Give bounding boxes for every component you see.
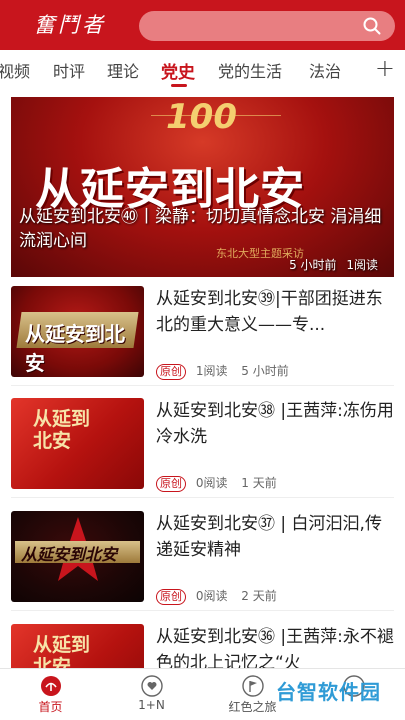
article-time: 2 天前 <box>241 589 277 603</box>
thumb-title: 从延安到北安 <box>21 545 118 564</box>
add-channel-icon[interactable]: + <box>375 54 395 82</box>
article-meta: 原创 0阅读 2 天前 <box>156 587 277 605</box>
article-thumbnail: 从延安到北安 <box>11 511 144 602</box>
thumb-title: 从延安到北安 <box>25 322 125 375</box>
tab-party-life[interactable]: 党的生活 <box>218 58 282 82</box>
article-meta: 原创 1阅读 5 小时前 <box>156 362 289 380</box>
search-bar[interactable] <box>139 11 395 41</box>
heart-icon <box>140 675 163 697</box>
article-time: 1 天前 <box>241 476 277 490</box>
flag-icon <box>241 675 264 697</box>
article-meta: 原创 0阅读 1 天前 <box>156 474 277 492</box>
original-badge: 原创 <box>156 589 186 605</box>
app-logo[interactable]: 奮鬥者 <box>34 9 106 39</box>
nav-home[interactable]: 首页 <box>0 669 101 720</box>
thumb-title: 从延到北安 <box>33 408 91 452</box>
search-icon[interactable] <box>363 17 381 35</box>
article-title[interactable]: 从延安到北安㊳ |王茜萍:冻伤用冷水洗 <box>156 398 394 450</box>
tab-commentary[interactable]: 时评 <box>53 58 85 82</box>
home-logo-icon <box>40 676 61 696</box>
hero-meta: 5 小时前 1阅读 <box>289 256 378 273</box>
tab-theory[interactable]: 理论 <box>107 58 139 82</box>
article-thumbnail: 从延安到北安 <box>11 286 144 377</box>
article-title[interactable]: 从延安到北安㊴|干部团挺进东北的重大意义——专... <box>156 286 394 338</box>
article-title[interactable]: 从延安到北安㊱ |王茜萍:永不褪色的北上记忆之“火 <box>156 624 394 668</box>
article-thumbnail: 从延到北安 <box>11 398 144 489</box>
article-title[interactable]: 从延安到北安㊲ | 白河汩汩,传递延安精神 <box>156 511 394 563</box>
hero-reads: 1阅读 <box>346 258 378 272</box>
hero-caption[interactable]: 从延安到北安㊵丨梁静：切切真情念北安 涓涓细流润心间 <box>19 205 389 253</box>
article-time: 5 小时前 <box>241 364 289 378</box>
original-badge: 原创 <box>156 476 186 492</box>
hero-time: 5 小时前 <box>289 258 337 272</box>
emblem-rule <box>151 115 281 127</box>
nav-label-1n: 1+N <box>138 698 165 712</box>
nav-label-home: 首页 <box>38 700 63 714</box>
thumb-title: 从延到北安 <box>33 634 91 668</box>
article-reads: 1阅读 <box>195 364 228 378</box>
site-watermark: 台智软件园 <box>276 680 381 704</box>
list-item[interactable]: 从延到北安 从延安到北安㊳ |王茜萍:冻伤用冷水洗 原创 0阅读 1 天前 <box>11 398 394 498</box>
list-item[interactable]: 从延到北安 从延安到北安㊱ |王茜萍:永不褪色的北上记忆之“火 <box>11 624 394 668</box>
hero-article[interactable]: 100 从延安到北安 东北大型主题采访 从延安到北安㊵丨梁静：切切真情念北安 涓… <box>11 97 394 277</box>
article-thumbnail: 从延到北安 <box>11 624 144 668</box>
list-item[interactable]: 从延安到北安 从延安到北安㊲ | 白河汩汩,传递延安精神 原创 0阅读 2 天前 <box>11 511 394 611</box>
nav-1n[interactable]: 1+N <box>101 669 202 720</box>
original-badge: 原创 <box>156 364 186 380</box>
list-item[interactable]: 从延安到北安 从延安到北安㊴|干部团挺进东北的重大意义——专... 原创 1阅读… <box>11 286 394 386</box>
active-tab-indicator <box>171 84 187 87</box>
tab-party-history[interactable]: 党史 <box>161 58 195 83</box>
tab-video[interactable]: 视频 <box>0 58 30 82</box>
article-reads: 0阅读 <box>195 589 228 603</box>
article-reads: 0阅读 <box>195 476 228 490</box>
tab-rule-of-law[interactable]: 法治 <box>309 58 341 82</box>
app-header: 奮鬥者 <box>0 0 405 50</box>
channel-tabs: 视频 时评 理论 党史 党的生活 法治 + <box>0 50 405 90</box>
